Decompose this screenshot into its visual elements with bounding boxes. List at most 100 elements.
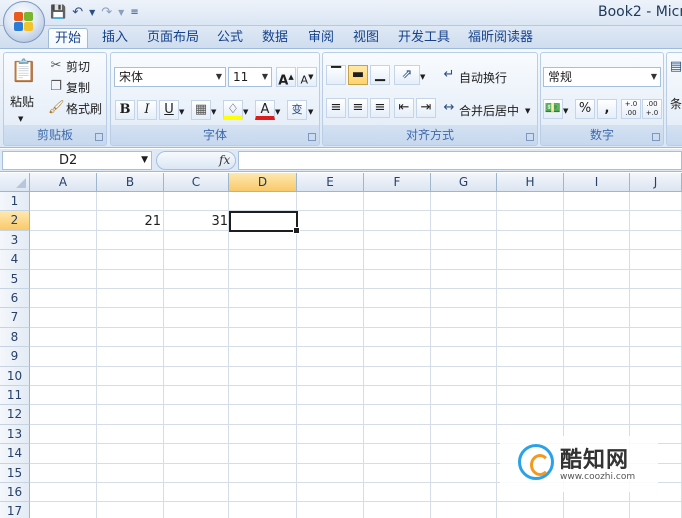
tab-formulas[interactable]: 公式 xyxy=(211,28,249,48)
phonetic-dropdown-icon[interactable]: ▼ xyxy=(308,104,313,120)
align-left-icon[interactable]: ≡ xyxy=(326,98,346,118)
row-header-4[interactable]: 4 xyxy=(0,250,30,270)
paste-dropdown-icon[interactable]: ▼ xyxy=(18,111,23,127)
merge-center-icon[interactable]: ↔ xyxy=(441,100,457,116)
paste-button-label[interactable]: 粘贴 xyxy=(10,93,34,110)
tab-insert[interactable]: 插入 xyxy=(96,28,134,48)
align-middle-icon[interactable]: ▬ xyxy=(348,65,368,85)
number-format-dropdown-icon[interactable]: ▼ xyxy=(651,68,657,86)
row-header-7[interactable]: 7 xyxy=(0,308,30,328)
office-button[interactable] xyxy=(3,1,45,43)
row-header-12[interactable]: 12 xyxy=(0,405,30,425)
redo-icon[interactable]: ↷ xyxy=(101,4,112,22)
decrease-indent-icon[interactable]: ⇤ xyxy=(394,98,414,118)
merge-center-button[interactable]: 合并后居中 xyxy=(459,102,519,119)
copy-icon[interactable]: ❐ xyxy=(48,79,64,95)
paste-icon[interactable]: 📋 xyxy=(10,57,37,89)
currency-dropdown-icon[interactable]: ▼ xyxy=(563,103,568,119)
increase-decimal-button[interactable]: +.0 .00 xyxy=(621,99,641,119)
cell-B2[interactable]: 21 xyxy=(97,212,164,231)
column-header-H[interactable]: H xyxy=(497,173,564,192)
column-header-E[interactable]: E xyxy=(297,173,364,192)
name-box-dropdown-icon[interactable]: ▼ xyxy=(141,152,148,169)
orientation-icon[interactable]: ⇗ xyxy=(394,65,420,85)
cell-C2[interactable]: 31 xyxy=(164,212,231,231)
wrap-text-button[interactable]: 自动换行 xyxy=(459,69,507,86)
select-all-corner[interactable] xyxy=(0,173,30,192)
decrease-decimal-button[interactable]: .00 +.0 xyxy=(642,99,662,119)
bold-button[interactable]: B xyxy=(115,100,135,120)
fill-color-icon[interactable]: ♢ xyxy=(223,100,243,120)
align-right-icon[interactable]: ≡ xyxy=(370,98,390,118)
borders-dropdown-icon[interactable]: ▼ xyxy=(211,104,216,120)
shrink-font-icon[interactable]: A▼ xyxy=(297,67,317,87)
row-header-9[interactable]: 9 xyxy=(0,347,30,367)
format-painter-button[interactable]: 格式刷 xyxy=(66,100,102,117)
column-header-G[interactable]: G xyxy=(431,173,497,192)
undo-dropdown-icon[interactable]: ▼ xyxy=(89,4,95,22)
font-color-dropdown-icon[interactable]: ▼ xyxy=(275,104,280,120)
row-header-1[interactable]: 1 xyxy=(0,192,30,212)
clipboard-launcher-icon[interactable] xyxy=(95,133,103,141)
font-name-select[interactable]: 宋体 ▼ xyxy=(114,67,226,87)
increase-indent-icon[interactable]: ⇥ xyxy=(416,98,436,118)
row-header-5[interactable]: 5 xyxy=(0,269,30,289)
save-icon[interactable]: 💾 xyxy=(50,4,66,22)
grow-font-icon[interactable]: A▲ xyxy=(276,67,296,88)
insert-function-icon[interactable]: fx xyxy=(219,153,230,167)
tab-review[interactable]: 审阅 xyxy=(302,28,340,48)
copy-button[interactable]: 复制 xyxy=(66,79,90,96)
tab-foxit-reader[interactable]: 福昕阅读器 xyxy=(462,28,539,48)
undo-icon[interactable]: ↶ xyxy=(72,4,83,22)
cut-icon[interactable]: ✂ xyxy=(48,58,64,74)
row-header-3[interactable]: 3 xyxy=(0,230,30,251)
column-header-A[interactable]: A xyxy=(30,173,97,192)
row-header-17[interactable]: 17 xyxy=(0,502,30,518)
font-name-dropdown-icon[interactable]: ▼ xyxy=(216,68,222,86)
column-header-J[interactable]: J xyxy=(630,173,682,192)
conditional-format-label-partial[interactable]: 条 xyxy=(670,95,682,112)
font-size-select[interactable]: 11 ▼ xyxy=(228,67,272,87)
row-header-10[interactable]: 10 xyxy=(0,366,30,386)
font-launcher-icon[interactable] xyxy=(308,133,316,141)
row-header-11[interactable]: 11 xyxy=(0,386,30,406)
underline-dropdown-icon[interactable]: ▼ xyxy=(179,104,184,120)
number-format-select[interactable]: 常规 ▼ xyxy=(543,67,661,87)
column-header-I[interactable]: I xyxy=(564,173,630,192)
font-size-dropdown-icon[interactable]: ▼ xyxy=(262,68,268,86)
column-header-F[interactable]: F xyxy=(364,173,431,192)
column-header-C[interactable]: C xyxy=(164,173,229,192)
row-header-15[interactable]: 15 xyxy=(0,463,30,483)
tab-home[interactable]: 开始 xyxy=(48,28,89,48)
row-header-6[interactable]: 6 xyxy=(0,289,30,309)
number-launcher-icon[interactable] xyxy=(652,133,660,141)
italic-button[interactable]: I xyxy=(137,100,157,120)
font-color-icon[interactable]: A xyxy=(255,100,275,120)
wrap-text-icon[interactable]: ↵ xyxy=(441,67,457,83)
column-header-B[interactable]: B xyxy=(97,173,164,192)
percent-button[interactable]: % xyxy=(575,99,595,119)
fill-color-dropdown-icon[interactable]: ▼ xyxy=(243,104,248,120)
conditional-format-icon[interactable]: ▤ xyxy=(669,59,682,75)
active-cell-D2[interactable] xyxy=(229,211,300,234)
comma-button[interactable]: , xyxy=(597,99,617,119)
orientation-dropdown-icon[interactable]: ▼ xyxy=(420,69,425,85)
tab-page-layout[interactable]: 页面布局 xyxy=(141,28,205,48)
row-header-8[interactable]: 8 xyxy=(0,327,30,348)
row-header-13[interactable]: 13 xyxy=(0,424,30,445)
column-header-D[interactable]: D xyxy=(229,173,297,192)
merge-center-dropdown-icon[interactable]: ▼ xyxy=(525,103,530,119)
redo-dropdown-icon[interactable]: ▼ xyxy=(118,4,124,22)
row-header-16[interactable]: 16 xyxy=(0,483,30,503)
format-painter-icon[interactable]: 🖌 xyxy=(48,100,65,116)
alignment-launcher-icon[interactable] xyxy=(526,133,534,141)
name-box[interactable]: D2 ▼ xyxy=(2,151,152,170)
align-top-icon[interactable]: ▔ xyxy=(326,65,346,85)
align-center-icon[interactable]: ≡ xyxy=(348,98,368,118)
tab-developer[interactable]: 开发工具 xyxy=(392,28,456,48)
cut-button[interactable]: 剪切 xyxy=(66,58,90,75)
underline-button[interactable]: U xyxy=(159,100,179,120)
formula-input[interactable] xyxy=(238,151,682,170)
phonetic-guide-button[interactable]: 变 xyxy=(287,100,307,120)
customize-qat-icon[interactable]: ≡ xyxy=(130,4,138,22)
